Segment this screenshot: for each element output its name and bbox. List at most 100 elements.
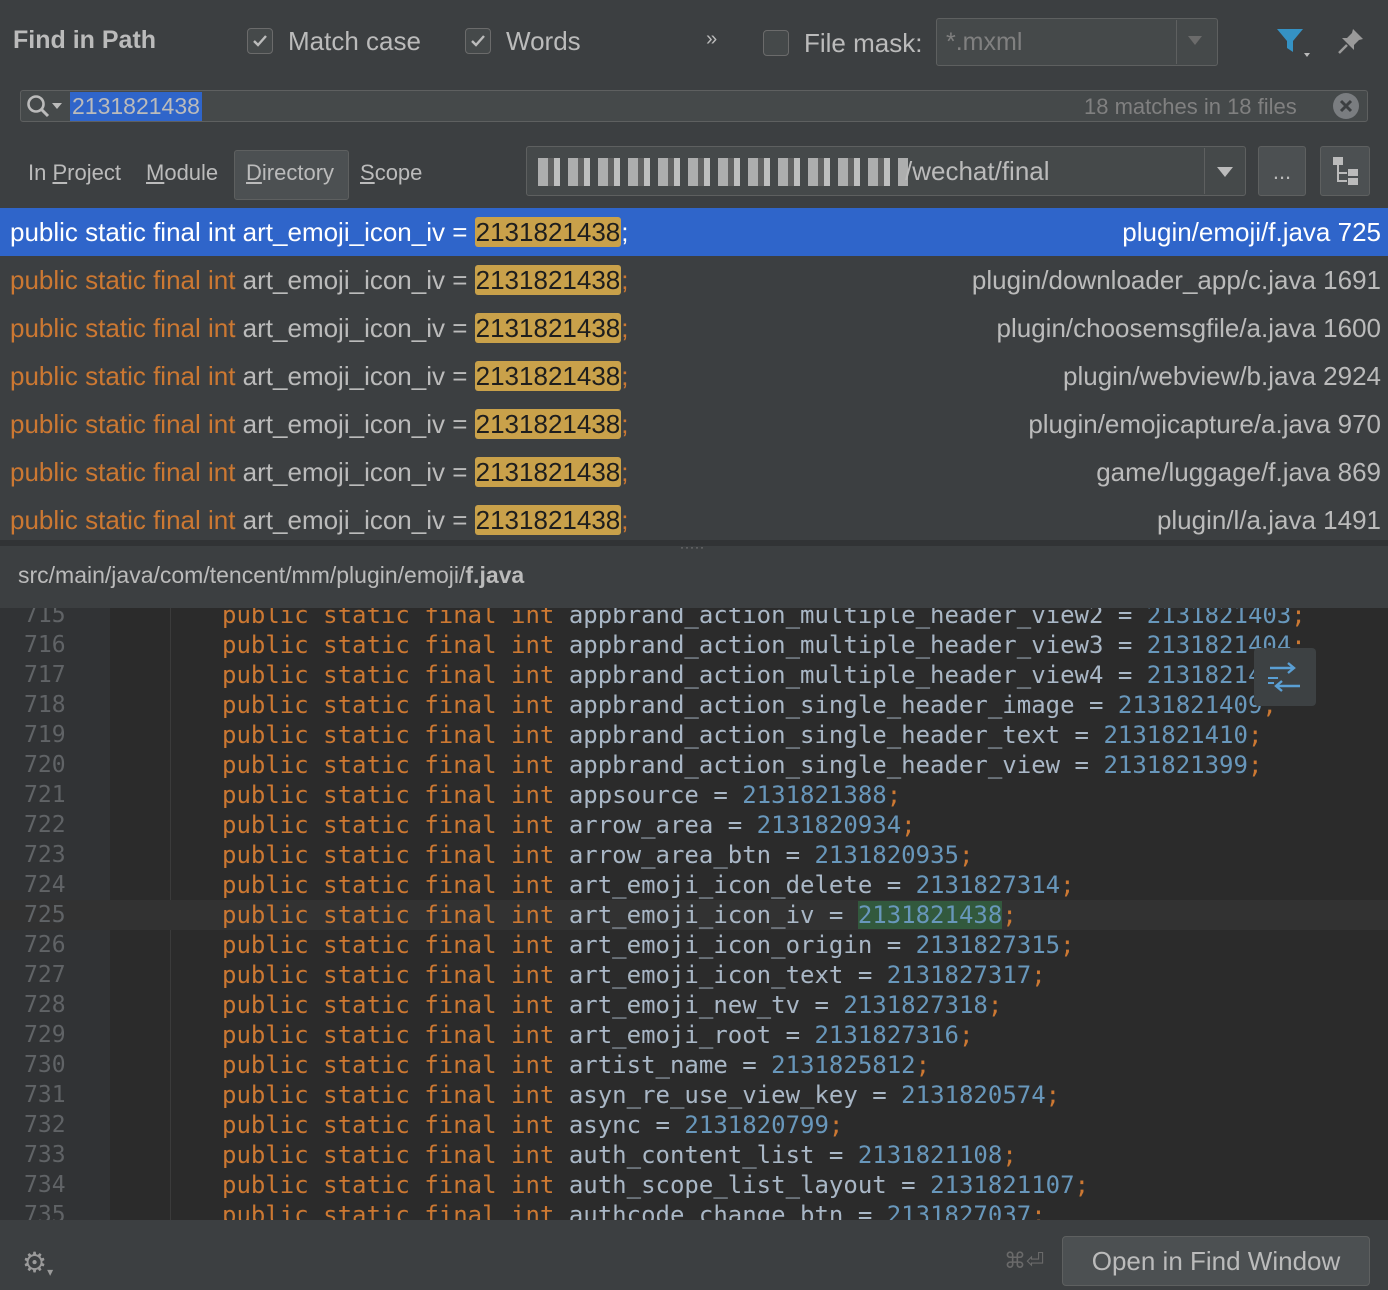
constant-value: 2131820799	[684, 1111, 829, 1139]
search-input[interactable]: 2131821438	[70, 92, 202, 121]
check-icon	[253, 35, 267, 47]
code-text: public static final int artist_name = 21…	[222, 1051, 931, 1079]
code-line: 722 public static final int arrow_area = …	[0, 810, 1388, 840]
constant-value: 2131827316	[814, 1021, 959, 1049]
code-text: public static final int appsource = 2131…	[222, 781, 902, 809]
code-text: public static final int art_emoji_icon_i…	[222, 901, 1017, 929]
chevron-down-icon[interactable]	[1188, 36, 1202, 45]
code-line: 734 public static final int auth_scope_li…	[0, 1170, 1388, 1200]
constant-value: 2131827315	[915, 931, 1061, 959]
code-text: public static final int asyn_re_use_view…	[222, 1081, 1061, 1109]
redacted-path	[538, 158, 908, 186]
result-code: public static final int art_emoji_icon_i…	[10, 217, 629, 247]
result-code: public static final int art_emoji_icon_i…	[10, 313, 629, 343]
line-number: 730	[24, 1052, 66, 1078]
code-text: public static final int appbrand_action_…	[222, 608, 1306, 630]
constant-value: 2131820934	[756, 811, 902, 839]
result-code: public static final int art_emoji_icon_i…	[10, 265, 629, 295]
code-line: 719 public static final int appbrand_acti…	[0, 720, 1388, 750]
match-case-label[interactable]: Match case	[288, 26, 421, 57]
code-line: 715 public static final int appbrand_acti…	[0, 608, 1388, 630]
code-text: public static final int art_emoji_new_tv…	[222, 991, 1003, 1019]
tab-directory[interactable]: Directory	[246, 160, 334, 186]
constant-value: 2131821108	[857, 1141, 1003, 1169]
match-highlight: 2131821438	[474, 409, 622, 439]
code-line: 731 public static final int asyn_re_use_v…	[0, 1080, 1388, 1110]
results-list[interactable]: public static final int art_emoji_icon_i…	[0, 208, 1388, 540]
line-number: 729	[24, 1022, 66, 1048]
file-mask-label[interactable]: File mask:	[804, 28, 922, 59]
result-row[interactable]: public static final int art_emoji_icon_i…	[0, 448, 1388, 496]
code-line: 718 public static final int appbrand_acti…	[0, 690, 1388, 720]
tab-module[interactable]: Module	[146, 160, 218, 186]
line-number: 734	[24, 1172, 66, 1198]
result-row[interactable]: public static final int art_emoji_icon_i…	[0, 496, 1388, 540]
check-icon	[471, 35, 485, 47]
clear-icon[interactable]	[1333, 93, 1359, 119]
line-number: 728	[24, 992, 66, 1018]
code-text: public static final int auth_scope_list_…	[222, 1171, 1090, 1199]
line-number: 725	[24, 902, 66, 928]
module-tree-icon[interactable]	[1320, 146, 1370, 196]
code-preview[interactable]: 715 public static final int appbrand_acti…	[0, 608, 1388, 1220]
pin-icon[interactable]	[1336, 26, 1366, 56]
gear-icon[interactable]: ⚙▾	[22, 1246, 53, 1279]
line-number: 735	[24, 1202, 66, 1220]
constant-value: 2131821438	[857, 901, 1003, 929]
line-number: 716	[24, 632, 66, 658]
code-line: 730 public static final int artist_name =…	[0, 1050, 1388, 1080]
match-count: 18 matches in 18 files	[1084, 94, 1297, 119]
result-row[interactable]: public static final int art_emoji_icon_i…	[0, 208, 1388, 256]
line-number: 731	[24, 1082, 66, 1108]
code-line: 724 public static final int art_emoji_ico…	[0, 870, 1388, 900]
sync-toggle-icon[interactable]	[1254, 648, 1316, 706]
line-number: 719	[24, 722, 66, 748]
tab-in-project[interactable]: In Project	[28, 160, 121, 186]
divider	[1204, 148, 1205, 194]
code-text: public static final int appbrand_action_…	[222, 691, 1277, 719]
file-mask-value[interactable]: *.mxml	[946, 28, 1022, 57]
code-text: public static final int appbrand_action_…	[222, 631, 1306, 659]
result-row[interactable]: public static final int art_emoji_icon_i…	[0, 352, 1388, 400]
line-number: 726	[24, 932, 66, 958]
words-checkbox[interactable]	[465, 28, 491, 54]
code-line: 723 public static final int arrow_area_bt…	[0, 840, 1388, 870]
line-number: 727	[24, 962, 66, 988]
filter-icon[interactable]	[1276, 28, 1314, 58]
double-chevron-right-icon[interactable]: ››	[706, 28, 717, 51]
search-icon[interactable]	[26, 93, 66, 119]
line-number: 718	[24, 692, 66, 718]
words-label[interactable]: Words	[506, 26, 581, 57]
chevron-down-icon[interactable]	[1217, 167, 1233, 177]
open-in-find-window-button[interactable]: Open in Find Window	[1062, 1236, 1370, 1286]
result-row[interactable]: public static final int art_emoji_icon_i…	[0, 304, 1388, 352]
constant-value: 2131827314	[915, 871, 1061, 899]
file-mask-checkbox[interactable]	[763, 30, 789, 56]
line-number: 717	[24, 662, 66, 688]
match-case-checkbox[interactable]	[247, 28, 273, 54]
tab-scope[interactable]: Scope	[360, 160, 422, 186]
code-line: 728 public static final int art_emoji_new…	[0, 990, 1388, 1020]
constant-value: 2131821410	[1103, 721, 1248, 749]
code-text: public static final int art_emoji_icon_t…	[222, 961, 1046, 989]
result-file: plugin/downloader_app/c.java 1691	[971, 265, 1381, 295]
result-file: game/luggage/f.java 869	[1096, 457, 1381, 487]
code-text: public static final int async = 21318207…	[222, 1111, 844, 1139]
divider	[1176, 20, 1177, 64]
code-text: public static final int arrow_area_btn =…	[222, 841, 974, 869]
result-row[interactable]: public static final int art_emoji_icon_i…	[0, 400, 1388, 448]
code-text: public static final int authcode_change_…	[222, 1200, 1046, 1220]
constant-value: 2131820574	[901, 1081, 1046, 1109]
result-file: plugin/choosemsgfile/a.java 1600	[996, 313, 1381, 343]
splitter-grip[interactable]: ·····	[680, 540, 705, 554]
browse-button[interactable]: ...	[1258, 146, 1306, 196]
line-number: 720	[24, 752, 66, 778]
code-text: public static final int auth_content_lis…	[222, 1141, 1017, 1169]
code-line: 733 public static final int auth_content_…	[0, 1140, 1388, 1170]
result-row[interactable]: public static final int art_emoji_icon_i…	[0, 256, 1388, 304]
line-number: 723	[24, 842, 66, 868]
code-line: 732 public static final int async = 21318…	[0, 1110, 1388, 1140]
constant-value: 2131820935	[814, 841, 959, 869]
directory-path[interactable]: /wechat/final	[905, 156, 1050, 187]
constant-value: 2131821388	[742, 781, 887, 809]
